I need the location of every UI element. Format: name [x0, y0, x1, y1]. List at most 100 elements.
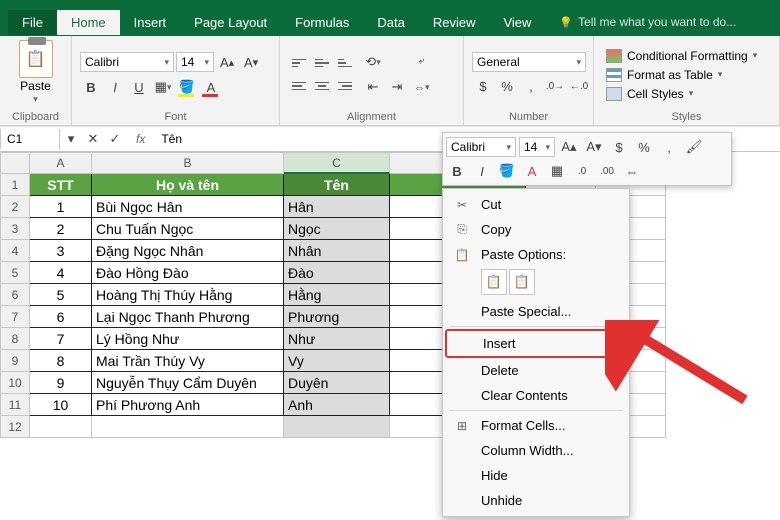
cell-stt[interactable]: 4	[30, 262, 92, 284]
tab-home[interactable]: Home	[57, 10, 120, 35]
mini-font-name[interactable]: Calibri▾	[446, 137, 516, 157]
header-ten[interactable]: Tên	[284, 174, 390, 196]
menu-clear-contents[interactable]: Clear Contents	[445, 383, 627, 408]
paste-icon[interactable]	[19, 40, 53, 78]
align-right[interactable]	[334, 75, 356, 97]
tab-review[interactable]: Review	[419, 10, 490, 35]
row-header[interactable]: 4	[0, 240, 30, 262]
tell-me[interactable]: Tell me what you want to do...	[559, 15, 736, 29]
fx-icon[interactable]: fx	[126, 132, 155, 146]
font-size-select[interactable]: 14▾	[176, 52, 214, 72]
mini-font-size[interactable]: 14▾	[519, 137, 555, 157]
orientation-button[interactable]: ⟲▾	[362, 51, 384, 73]
mini-dec-font[interactable]: A▾	[583, 136, 605, 158]
increase-decimal[interactable]: .0→	[544, 75, 566, 97]
cell-stt[interactable]: 10	[30, 394, 92, 416]
mini-comma[interactable]: ,	[658, 136, 680, 158]
cell-ten[interactable]: Đào	[284, 262, 390, 284]
name-box[interactable]: C1	[0, 129, 60, 149]
menu-paste-special[interactable]: Paste Special...	[445, 299, 627, 324]
cell-name[interactable]: Phí Phương Anh	[92, 394, 284, 416]
cell-ten[interactable]: Anh	[284, 394, 390, 416]
row-header[interactable]: 3	[0, 218, 30, 240]
font-color-button[interactable]: A	[200, 76, 222, 98]
cell-stt[interactable]: 1	[30, 196, 92, 218]
cell-stt[interactable]: 6	[30, 306, 92, 328]
cell-stt[interactable]: 2	[30, 218, 92, 240]
increase-font-icon[interactable]: A▴	[216, 51, 238, 73]
namebox-dropdown[interactable]: ▾	[60, 128, 82, 150]
menu-delete[interactable]: Delete	[445, 358, 627, 383]
mini-inc-font[interactable]: A▴	[558, 136, 580, 158]
cell-name[interactable]: Chu Tuấn Ngọc	[92, 218, 284, 240]
row-header[interactable]: 8	[0, 328, 30, 350]
font-name-select[interactable]: Calibri▾	[80, 52, 174, 72]
conditional-formatting[interactable]: Conditional Formatting▾	[602, 47, 761, 65]
cell-name[interactable]: Hoàng Thị Thúy Hằng	[92, 284, 284, 306]
row-header[interactable]: 1	[0, 174, 30, 196]
cell-name[interactable]: Lý Hồng Như	[92, 328, 284, 350]
paste-dropdown[interactable]: ▾	[33, 94, 38, 105]
col-header-c[interactable]: C	[284, 152, 390, 174]
menu-copy[interactable]: ⎘Copy	[445, 217, 627, 242]
menu-insert[interactable]: Insert	[445, 329, 627, 358]
row-header[interactable]: 7	[0, 306, 30, 328]
italic-button[interactable]: I	[104, 76, 126, 98]
row-header[interactable]: 6	[0, 284, 30, 306]
tab-insert[interactable]: Insert	[120, 10, 181, 35]
wrap-text-button[interactable]: ⤶	[414, 51, 430, 73]
mini-inc-decimal[interactable]: .00	[596, 160, 618, 182]
decrease-decimal[interactable]: ←.0	[568, 75, 590, 97]
mini-border[interactable]: ▦	[546, 160, 568, 182]
align-left[interactable]	[288, 75, 310, 97]
cell-ten[interactable]: Như	[284, 328, 390, 350]
cell-ten[interactable]: Nhân	[284, 240, 390, 262]
cancel-formula[interactable]: ✕	[82, 128, 104, 150]
cell-stt[interactable]: 3	[30, 240, 92, 262]
cell-stt[interactable]: 5	[30, 284, 92, 306]
row-header[interactable]: 2	[0, 196, 30, 218]
number-format-select[interactable]: General▾	[472, 52, 586, 72]
cell-ten[interactable]: Phương	[284, 306, 390, 328]
col-header-b[interactable]: B	[92, 152, 284, 174]
cell-ten[interactable]: Hân	[284, 196, 390, 218]
menu-column-width[interactable]: Column Width...	[445, 438, 627, 463]
tab-view[interactable]: View	[489, 10, 545, 35]
increase-indent[interactable]: ⇥	[386, 76, 408, 98]
align-center[interactable]	[311, 75, 333, 97]
cell-name[interactable]: Mai Trần Thúy Vy	[92, 350, 284, 372]
row-header[interactable]: 11	[0, 394, 30, 416]
fill-color-button[interactable]: 🪣	[176, 76, 198, 98]
mini-italic[interactable]: I	[471, 160, 493, 182]
select-all-corner[interactable]	[0, 152, 30, 174]
menu-hide[interactable]: Hide	[445, 463, 627, 488]
bold-button[interactable]: B	[80, 76, 102, 98]
comma-button[interactable]: ,	[520, 75, 542, 97]
paste-option-2[interactable]: 📋	[509, 269, 535, 295]
percent-button[interactable]: %	[496, 75, 518, 97]
mini-bold[interactable]: B	[446, 160, 468, 182]
menu-format-cells[interactable]: ⊞Format Cells...	[445, 413, 627, 438]
cell-name[interactable]: Đặng Ngọc Nhân	[92, 240, 284, 262]
cell-name[interactable]: Lại Ngọc Thanh Phương	[92, 306, 284, 328]
row-header[interactable]: 9	[0, 350, 30, 372]
mini-dec-decimal[interactable]: .0	[571, 160, 593, 182]
col-header-a[interactable]: A	[30, 152, 92, 174]
tab-file[interactable]: File	[8, 10, 57, 35]
row-header[interactable]: 5	[0, 262, 30, 284]
cell-ten[interactable]: Duyên	[284, 372, 390, 394]
menu-cut[interactable]: ✂Cut	[445, 192, 627, 217]
cell-ten[interactable]: Vy	[284, 350, 390, 372]
enter-formula[interactable]: ✓	[104, 128, 126, 150]
merge-button[interactable]: ⇔▾	[414, 77, 430, 99]
mini-currency[interactable]: $	[608, 136, 630, 158]
align-bottom[interactable]	[334, 52, 356, 74]
cell-ten[interactable]: Ngọc	[284, 218, 390, 240]
format-as-table[interactable]: Format as Table▾	[602, 66, 761, 84]
mini-fill-color[interactable]: 🪣	[496, 160, 518, 182]
border-button[interactable]: ▦▾	[152, 76, 174, 98]
cell-name[interactable]: Bùi Ngọc Hân	[92, 196, 284, 218]
row-header[interactable]: 12	[0, 416, 30, 438]
menu-unhide[interactable]: Unhide	[445, 488, 627, 513]
cell-name[interactable]: Nguyễn Thụy Cẩm Duyên	[92, 372, 284, 394]
